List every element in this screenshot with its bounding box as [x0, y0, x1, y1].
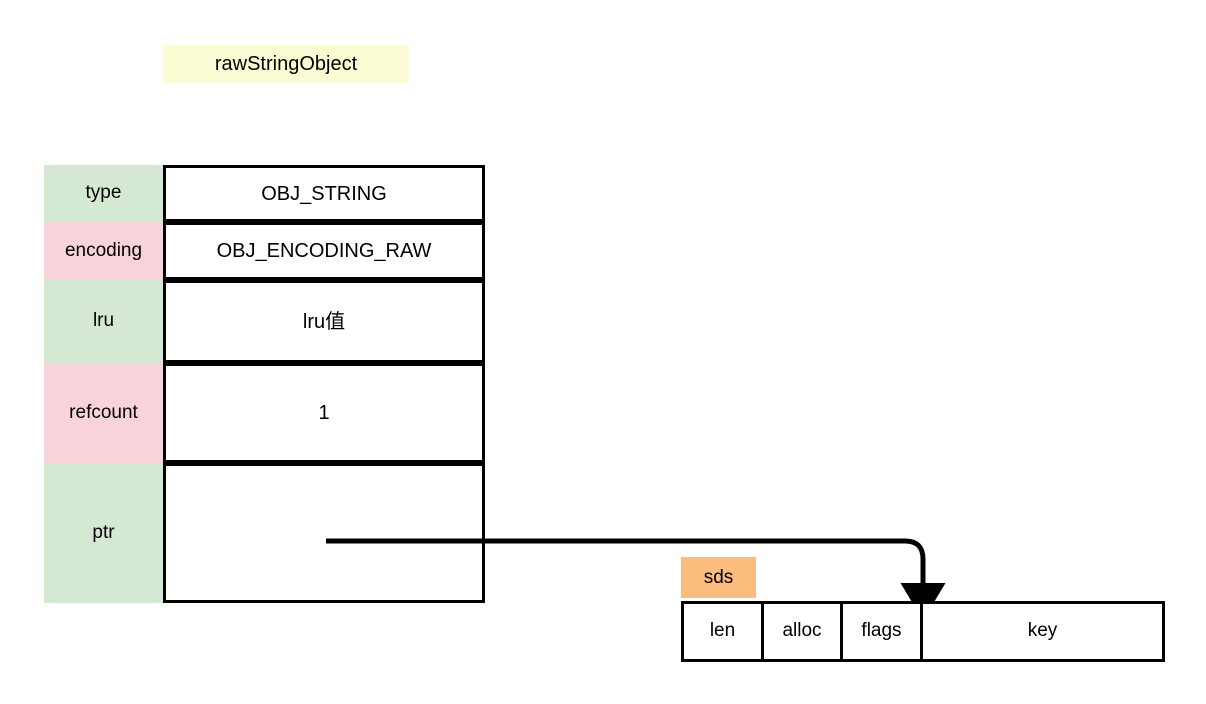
field-label-refcount: refcount [44, 363, 163, 463]
sds-field-len: len [684, 604, 764, 659]
table-row: encoding OBJ_ENCODING_RAW [44, 222, 485, 280]
field-label-lru: lru [44, 280, 163, 363]
sds-field-key: key [1027, 620, 1058, 642]
field-value-ptr [163, 463, 485, 603]
field-label-type: type [44, 165, 163, 222]
field-value-lru: lru值 [163, 280, 485, 363]
sds-field-alloc: alloc [764, 604, 843, 659]
table-row: lru lru值 [44, 280, 485, 363]
field-value-encoding: OBJ_ENCODING_RAW [163, 222, 485, 280]
table-row: ptr [44, 463, 485, 603]
sds-badge-label: sds [681, 557, 756, 598]
table-row: type OBJ_STRING [44, 165, 485, 222]
table-row: refcount 1 [44, 363, 485, 463]
title-badge-raw-string-object: rawStringObject [163, 45, 409, 83]
field-label-ptr: ptr [44, 463, 163, 603]
sds-field-flags: flags [843, 604, 923, 659]
field-label-encoding: encoding [44, 222, 163, 280]
field-value-type: OBJ_STRING [163, 165, 485, 222]
sds-struct-box: len alloc flags key [681, 601, 1165, 662]
diagram-canvas: rawStringObject type OBJ_STRING encoding… [0, 0, 1206, 704]
field-value-refcount: 1 [163, 363, 485, 463]
redis-object-struct-table: type OBJ_STRING encoding OBJ_ENCODING_RA… [44, 165, 485, 603]
